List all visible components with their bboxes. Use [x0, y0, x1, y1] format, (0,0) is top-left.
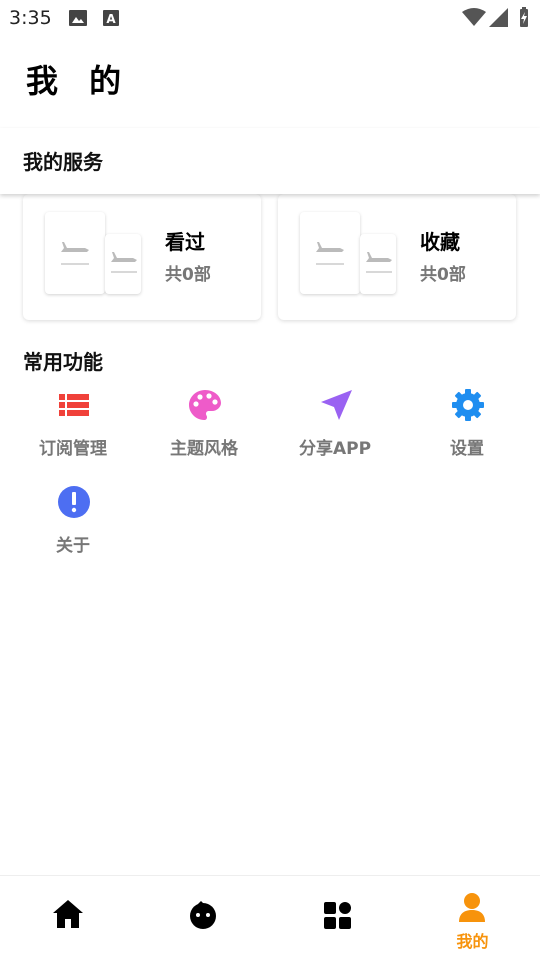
favorites-thumb-back — [300, 212, 360, 294]
favorites-thumb-front — [360, 234, 396, 294]
nav-mine[interactable]: 我的 — [405, 876, 540, 961]
airplane-icon — [111, 252, 137, 273]
airplane-icon — [316, 242, 344, 265]
history-card[interactable]: 看过 共0部 — [23, 194, 261, 320]
services-header: 我的服务 — [0, 128, 540, 194]
about-label: 关于 — [56, 536, 90, 556]
share-app-label: 分享APP — [298, 439, 372, 459]
info-icon — [58, 486, 90, 518]
about-button[interactable]: 关于 — [8, 485, 138, 575]
text-a-icon: A — [103, 10, 119, 26]
send-icon — [321, 390, 352, 420]
nav-mine-label: 我的 — [456, 932, 489, 951]
face-icon — [190, 901, 216, 929]
subscription-manage-button[interactable]: 订阅管理 — [8, 388, 138, 478]
status-time: 3:35 — [9, 7, 52, 29]
history-count: 共0部 — [165, 265, 211, 285]
theme-style-button[interactable]: 主题风格 — [139, 388, 269, 478]
image-icon — [69, 10, 87, 26]
list-icon — [59, 394, 89, 416]
history-title: 看过 — [165, 230, 205, 254]
settings-label: 设置 — [450, 439, 484, 459]
nav-home[interactable] — [0, 876, 135, 961]
nav-category[interactable] — [270, 876, 405, 961]
airplane-icon — [366, 252, 392, 273]
theme-style-label: 主题风格 — [170, 439, 238, 459]
home-icon — [53, 900, 83, 928]
bottom-nav: 我的 — [0, 875, 540, 961]
battery-charging-icon — [520, 7, 528, 27]
history-thumb-back — [45, 212, 105, 294]
signal-icon — [489, 8, 508, 27]
airplane-icon — [61, 242, 89, 265]
services-header-label: 我的服务 — [23, 150, 103, 174]
favorites-count: 共0部 — [420, 265, 466, 285]
settings-button[interactable]: 设置 — [402, 388, 532, 478]
page-title: 我 的 — [26, 62, 132, 100]
grid-icon — [324, 902, 351, 929]
favorites-card[interactable]: 收藏 共0部 — [278, 194, 516, 320]
gear-icon — [452, 389, 484, 421]
subscription-manage-label: 订阅管理 — [39, 439, 107, 459]
history-thumb-front — [105, 234, 141, 294]
nav-discover[interactable] — [135, 876, 270, 961]
wifi-icon — [462, 8, 486, 26]
person-icon — [459, 893, 485, 922]
svg-text:A: A — [106, 12, 116, 26]
functions-header: 常用功能 — [23, 350, 103, 374]
status-bar: 3:35 A — [0, 0, 540, 36]
palette-icon — [189, 390, 221, 420]
favorites-title: 收藏 — [420, 230, 460, 254]
share-app-button[interactable]: 分享APP — [270, 388, 400, 478]
